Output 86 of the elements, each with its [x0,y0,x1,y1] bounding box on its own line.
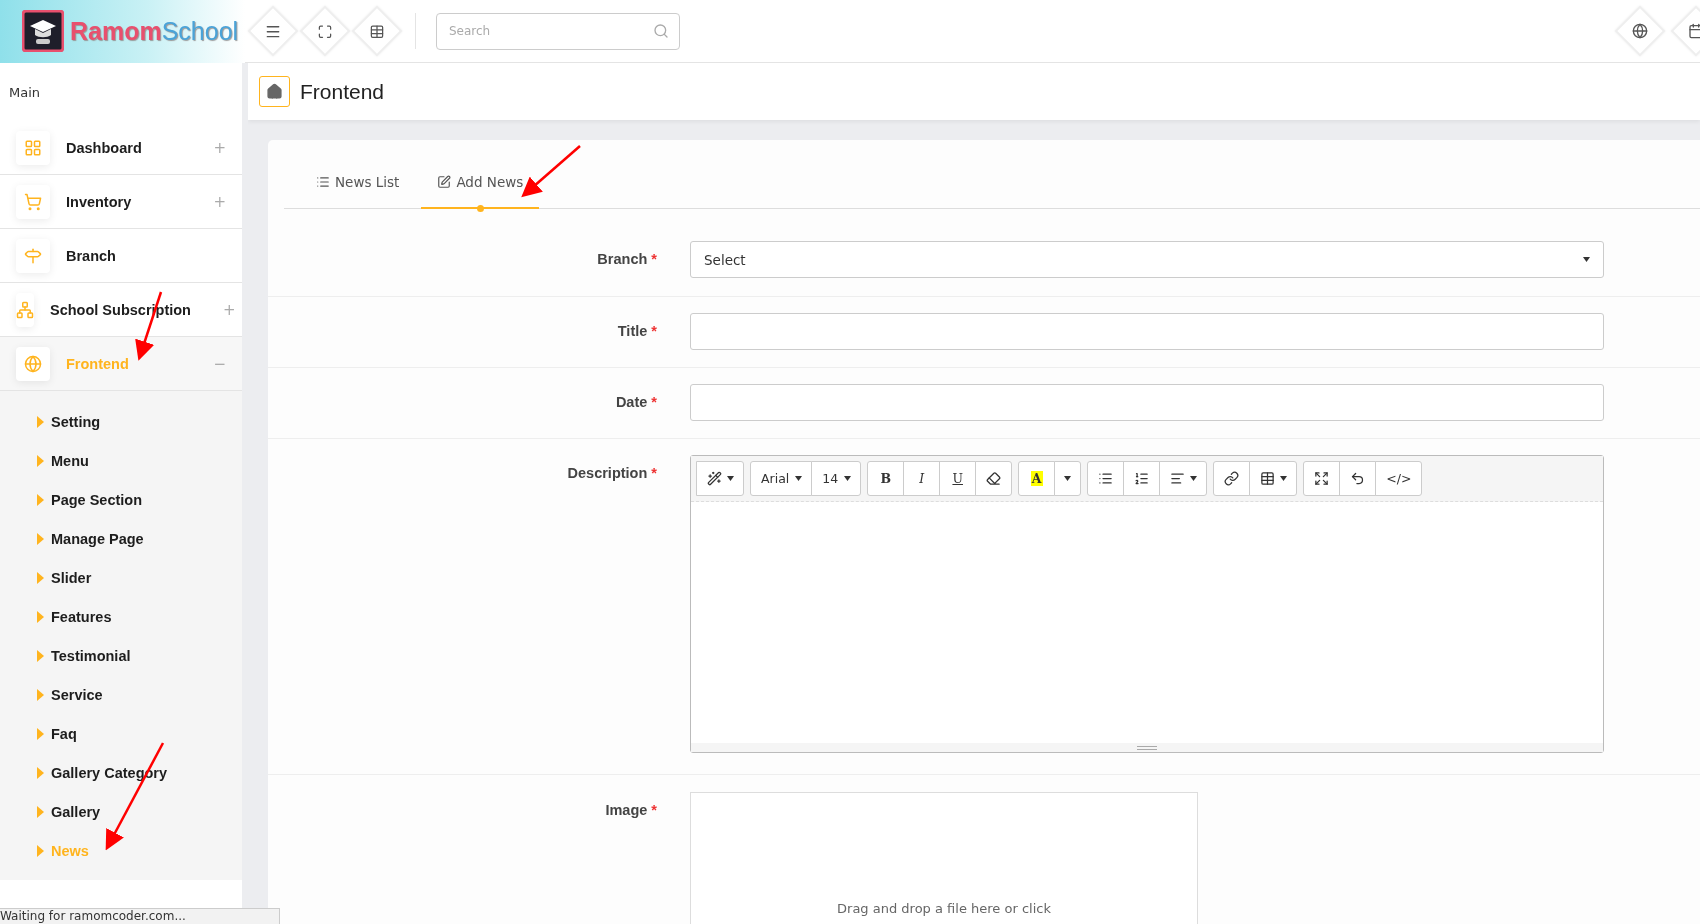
caret-icon [1064,476,1072,481]
submenu-item[interactable]: Gallery [0,792,242,831]
field-label: Title * [616,322,658,341]
triangle-bullet-icon [37,610,44,623]
toolbar-button[interactable]: I [903,461,941,496]
submenu-item[interactable]: Slider [0,558,242,597]
resize-grip-icon[interactable] [1137,745,1157,750]
list-icon [316,175,330,189]
fullscreen-icon [1314,471,1330,486]
search-icon [653,22,669,39]
triangle-bullet-icon [37,766,44,779]
toolbar-button[interactable] [975,461,1013,496]
caret-icon [1279,476,1287,481]
globe-icon [1632,23,1648,39]
triangle-bullet-icon [37,727,44,740]
triangle-bullet-icon [37,805,44,818]
toolbar-button[interactable]: B [867,461,905,496]
toolbar-button[interactable] [1213,461,1251,496]
field-label: Date * [614,393,658,412]
sitemap-icon [16,292,34,327]
magic-wand-icon [706,471,722,486]
undo-icon [1350,471,1366,486]
toolbar-button[interactable] [1159,461,1208,496]
table-icon [1259,471,1275,486]
bullet-list-icon [1098,471,1114,486]
align-icon [1169,471,1185,486]
cart-icon [16,184,50,219]
active-tab-dot [477,205,485,212]
annotation-arrow [521,145,581,198]
text-field[interactable] [690,384,1604,421]
triangle-bullet-icon [37,532,44,545]
link-icon [1224,471,1240,486]
submenu-item[interactable]: Faq [0,714,242,753]
caret-icon [844,476,852,481]
submenu-item[interactable]: Features [0,597,242,636]
triangle-bullet-icon [37,688,44,701]
submenu-item[interactable]: Testimonial [0,636,242,675]
toolbar-button[interactable]: U [939,461,977,496]
signpost-icon [16,238,50,273]
file-drop-zone[interactable]: Drag and drop a file here or click [690,792,1198,924]
submenu-item[interactable]: Setting [0,402,242,441]
search-field[interactable]: Search [436,12,680,50]
toolbar-button[interactable] [696,461,744,496]
rich-text-editor[interactable]: Arial 14 B I U A </> [690,455,1604,753]
fullscreen-icon [317,23,333,39]
home-icon [259,76,290,107]
field-label: Description * [566,464,658,483]
triangle-bullet-icon [37,415,44,428]
calendar-icon [1688,23,1700,39]
brand-name: RamomSchool [70,16,239,46]
toolbar-button[interactable]: Arial [750,461,813,496]
toolbar-button[interactable] [1303,461,1341,496]
triangle-bullet-icon [37,571,44,584]
globe-icon [16,346,50,381]
caret-icon [726,476,734,481]
submenu-item[interactable]: Menu [0,441,242,480]
submenu-item[interactable]: Page Section [0,480,242,519]
branch-select[interactable]: Select [690,241,1604,278]
triangle-bullet-icon [37,454,44,467]
caret-icon [1583,257,1590,262]
toolbar-button[interactable]: 14 [811,461,862,496]
field-label: Image * [604,801,658,820]
table-icon [369,23,385,39]
edit-icon [437,175,452,189]
toolbar-button[interactable]: </> [1375,461,1423,496]
triangle-bullet-icon [37,649,44,662]
text-field[interactable] [690,313,1604,350]
tab[interactable]: Add News [421,162,540,209]
triangle-bullet-icon [37,493,44,506]
browser-status-bar: Waiting for ramomcoder.com... [0,908,280,924]
submenu-item[interactable]: Manage Page [0,519,242,558]
triangle-bullet-icon [37,844,44,857]
page-title: Frontend [300,79,385,104]
eraser-icon [986,471,1002,486]
toolbar-button[interactable]: A [1018,461,1056,496]
caret-icon [1189,476,1197,481]
field-label: Branch * [596,250,658,269]
sidebar-heading: Main [8,83,42,102]
tab[interactable]: News List [300,162,416,209]
graduation-cap-logo-icon [22,10,64,52]
toolbar-button[interactable] [1123,461,1161,496]
caret-icon [795,476,803,481]
toolbar-button[interactable] [1249,461,1298,496]
numbered-list-icon [1134,471,1150,486]
submenu-item[interactable]: Service [0,675,242,714]
grid-icon [16,130,50,165]
